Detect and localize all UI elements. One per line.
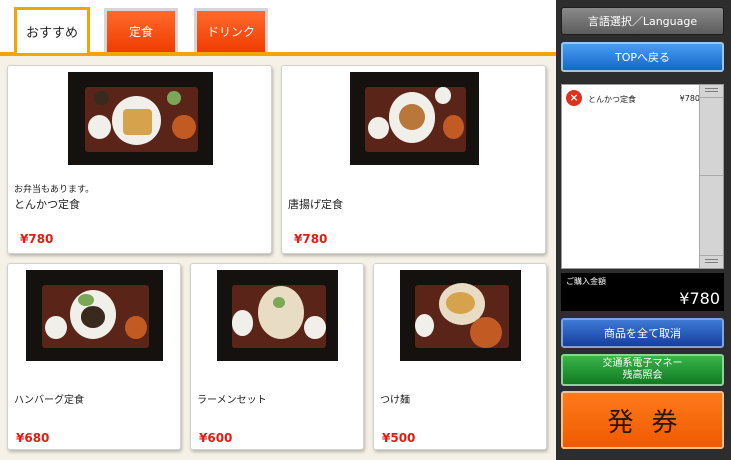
total-display: ご購入金額 ¥780: [561, 273, 724, 311]
product-name: つけ麺: [380, 395, 410, 406]
tab-osusume[interactable]: おすすめ: [14, 7, 90, 53]
tsukemen-photo: [400, 270, 521, 361]
rice-bowl: [231, 310, 254, 336]
tonkatsu-photo: [68, 72, 213, 165]
cart-list: × とんかつ定食 ¥780: [561, 84, 724, 269]
category-tab-bar: おすすめ 定食 ドリンク: [0, 0, 556, 56]
product-name: ハンバーグ定食: [14, 395, 84, 406]
tab-drink[interactable]: ドリンク: [194, 8, 268, 52]
remove-icon[interactable]: ×: [566, 90, 582, 106]
cutlet: [123, 109, 153, 136]
ramen-bowl: [258, 286, 305, 340]
topping: [272, 297, 285, 309]
product-name: 唐揚げ定食: [288, 198, 343, 211]
side-dish: [435, 86, 451, 104]
scroll-down-grip: [705, 262, 718, 263]
ic-balance-button[interactable]: 交通系電子マネー 残高照会: [561, 354, 724, 386]
total-amount: ¥780: [679, 289, 720, 308]
product-price: ¥780: [20, 232, 54, 246]
hamburg-photo: [26, 270, 163, 361]
soup-bowl: [442, 114, 464, 139]
product-card-ramen-set[interactable]: ラーメンセット ¥600: [190, 263, 364, 450]
issue-ticket-button[interactable]: 発券: [561, 391, 724, 449]
soup-bowl: [124, 315, 147, 340]
cart-item-price: ¥780: [679, 94, 700, 103]
cart-item: × とんかつ定食 ¥780: [562, 89, 700, 107]
dipping-soup: [470, 317, 502, 349]
language-button[interactable]: 言語選択／Language: [561, 7, 724, 35]
product-name: ラーメンセット: [197, 395, 267, 406]
ic-button-line2: 残高照会: [622, 370, 663, 381]
product-name: とんかつ定食: [14, 198, 80, 211]
tab-teishoku[interactable]: 定食: [104, 8, 178, 52]
product-card-karaage[interactable]: 唐揚げ定食 ¥780: [281, 65, 546, 254]
total-label: ご購入金額: [566, 277, 606, 286]
scroll-divider: [700, 255, 723, 256]
product-card-hamburg[interactable]: ハンバーグ定食 ¥680: [7, 263, 181, 450]
scroll-divider: [700, 175, 723, 176]
product-price: ¥780: [294, 232, 328, 246]
ramen-set-photo: [217, 270, 338, 361]
product-card-tsukemen[interactable]: つけ麺 ¥500: [373, 263, 547, 450]
product-price: ¥680: [16, 431, 50, 445]
rice-bowl: [414, 313, 434, 338]
product-price: ¥500: [382, 431, 416, 445]
clear-all-button[interactable]: 商品を全て取消: [561, 318, 724, 348]
product-note: お弁当もあります。: [14, 185, 95, 195]
karaage-photo: [350, 72, 479, 165]
karaage: [399, 103, 425, 130]
product-card-tonkatsu[interactable]: お弁当もあります。 とんかつ定食 ¥780: [7, 65, 272, 254]
scroll-up-grip: [705, 88, 718, 89]
scroll-down-grip: [705, 259, 718, 260]
side-dish: [304, 315, 326, 340]
small-dish: [94, 90, 109, 106]
cart-scrollbar[interactable]: [699, 85, 723, 268]
scroll-up-grip: [705, 91, 718, 92]
side-panel: 言語選択／Language TOPへ戻る × とんかつ定食 ¥780 ご購入金額…: [556, 0, 731, 460]
top-button[interactable]: TOPへ戻る: [561, 42, 724, 72]
soup-bowl: [172, 114, 196, 139]
cart-item-name: とんかつ定食: [588, 95, 636, 104]
rice-bowl: [368, 116, 389, 139]
product-price: ¥600: [199, 431, 233, 445]
ic-button-line1: 交通系電子マネー: [602, 358, 683, 369]
rice-bowl: [45, 315, 68, 340]
scroll-divider: [700, 97, 723, 98]
noodles: [445, 291, 475, 314]
